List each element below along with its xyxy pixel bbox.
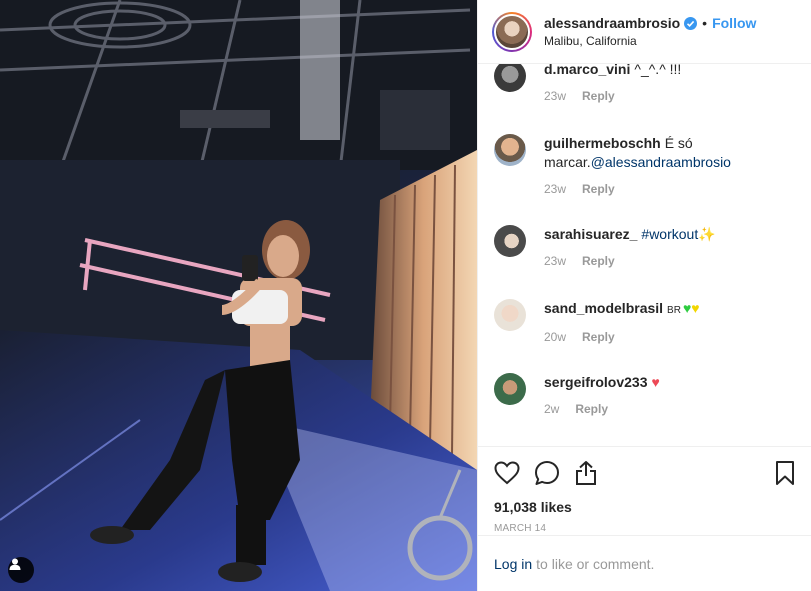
verified-badge-icon xyxy=(684,16,698,30)
user-icon xyxy=(9,558,21,570)
reply-button[interactable]: Reply xyxy=(582,330,615,344)
comment-username[interactable]: sand_modelbrasil xyxy=(544,300,663,316)
comment-button[interactable] xyxy=(534,453,574,493)
header-text: alessandraambrosio • Follow Malibu, Cali… xyxy=(544,15,756,48)
comment-item: guilhermeboschh É só marcar.@alessandraam… xyxy=(494,134,795,196)
post-date[interactable]: MARCH 14 xyxy=(494,523,795,534)
post-header: alessandraambrosio • Follow Malibu, Cali… xyxy=(478,0,811,64)
share-icon xyxy=(576,461,596,485)
comment-item: sand_modelbrasil BR ♥♥ 20w Reply xyxy=(494,299,795,344)
header-row: alessandraambrosio • Follow xyxy=(544,15,756,31)
red-heart-icon: ♥ xyxy=(651,374,660,390)
comment-body: sarahisuarez_ #workout✨ 23w Reply xyxy=(544,225,716,268)
save-button[interactable] xyxy=(755,453,795,493)
comment-text: sand_modelbrasil BR ♥♥ xyxy=(544,299,700,320)
comment-hashtag-link[interactable]: #workout xyxy=(641,226,698,242)
comment-body: d.marco_vini ^_^.^ !!! 23w Reply xyxy=(544,64,681,103)
reply-button[interactable]: Reply xyxy=(582,89,615,103)
heart-icon xyxy=(494,461,520,485)
comment-time[interactable]: 2w xyxy=(544,402,559,416)
comment-username[interactable]: guilhermeboschh xyxy=(544,135,661,151)
login-bar: Log in to like or comment. xyxy=(478,535,811,591)
comment-text: sarahisuarez_ #workout✨ xyxy=(544,225,716,244)
post-dialog: alessandraambrosio • Follow Malibu, Cali… xyxy=(0,0,811,591)
comment-username[interactable]: sergeifrolov233 xyxy=(544,374,648,390)
location-link[interactable]: Malibu, California xyxy=(544,34,756,48)
comment-username[interactable]: sarahisuarez_ xyxy=(544,226,637,242)
comment-username[interactable]: d.marco_vini xyxy=(544,64,630,77)
comment-text: d.marco_vini ^_^.^ !!! xyxy=(544,64,681,79)
comment-time[interactable]: 20w xyxy=(544,330,566,344)
comment-body: guilhermeboschh É só marcar.@alessandraam… xyxy=(544,134,754,196)
comment-mention-link[interactable]: @alessandraambrosio xyxy=(591,154,731,170)
comment-avatar[interactable] xyxy=(494,134,526,166)
comment-bubble-icon xyxy=(535,461,559,485)
profile-username[interactable]: alessandraambrosio xyxy=(544,15,680,31)
comment-avatar[interactable] xyxy=(494,64,526,92)
share-button[interactable] xyxy=(574,453,614,493)
profile-avatar[interactable] xyxy=(492,11,532,52)
separator-dot: • xyxy=(702,15,708,31)
comment-list[interactable]: d.marco_vini ^_^.^ !!! 23w Reply guilherm… xyxy=(478,64,811,446)
bookmark-icon xyxy=(776,461,794,485)
login-link[interactable]: Log in xyxy=(494,556,532,572)
post-sidebar: alessandraambrosio • Follow Malibu, Cali… xyxy=(477,0,811,591)
comment-time[interactable]: 23w xyxy=(544,89,566,103)
tagged-users-button[interactable] xyxy=(8,557,34,583)
comment-meta: 23w Reply xyxy=(544,182,754,196)
comment-message: ^_^.^ !!! xyxy=(634,64,682,77)
comment-body: sergeifrolov233 ♥ 2w Reply xyxy=(544,373,660,416)
comment-item: d.marco_vini ^_^.^ !!! 23w Reply xyxy=(494,64,795,103)
reply-button[interactable]: Reply xyxy=(582,254,615,268)
comment-time[interactable]: 23w xyxy=(544,182,566,196)
comment-avatar[interactable] xyxy=(494,299,526,331)
dance-studio-mirror-selfie-image xyxy=(0,0,477,591)
follow-button[interactable]: Follow xyxy=(712,15,756,31)
comment-meta: 23w Reply xyxy=(544,254,716,268)
action-icons xyxy=(494,447,795,499)
post-photo[interactable] xyxy=(0,0,477,591)
comment-item: sarahisuarez_ #workout✨ 23w Reply xyxy=(494,225,795,268)
comment-meta: 2w Reply xyxy=(544,402,660,416)
sparkles-emoji-icon: ✨ xyxy=(698,226,716,242)
comment-text: guilhermeboschh É só marcar.@alessandraam… xyxy=(544,134,754,172)
reply-button[interactable]: Reply xyxy=(575,402,608,416)
like-button[interactable] xyxy=(494,453,534,493)
comment-body: sand_modelbrasil BR ♥♥ 20w Reply xyxy=(544,299,700,344)
login-prompt-text: to like or comment. xyxy=(536,555,655,572)
yellow-heart-icon: ♥ xyxy=(691,300,700,316)
comment-time[interactable]: 23w xyxy=(544,254,566,268)
reply-button[interactable]: Reply xyxy=(582,182,615,196)
post-actions: 91,038 likes MARCH 14 Log in to like or … xyxy=(478,446,811,591)
comment-avatar[interactable] xyxy=(494,373,526,405)
comment-avatar[interactable] xyxy=(494,225,526,257)
like-count[interactable]: 91,038 likes xyxy=(494,499,795,515)
comment-text: sergeifrolov233 ♥ xyxy=(544,373,660,392)
comment-meta: 20w Reply xyxy=(544,330,700,344)
avatar-image xyxy=(494,13,530,50)
comment-meta: 23w Reply xyxy=(544,89,681,103)
comment-item: sergeifrolov233 ♥ 2w Reply xyxy=(494,373,795,416)
flag-code: BR xyxy=(667,305,681,316)
